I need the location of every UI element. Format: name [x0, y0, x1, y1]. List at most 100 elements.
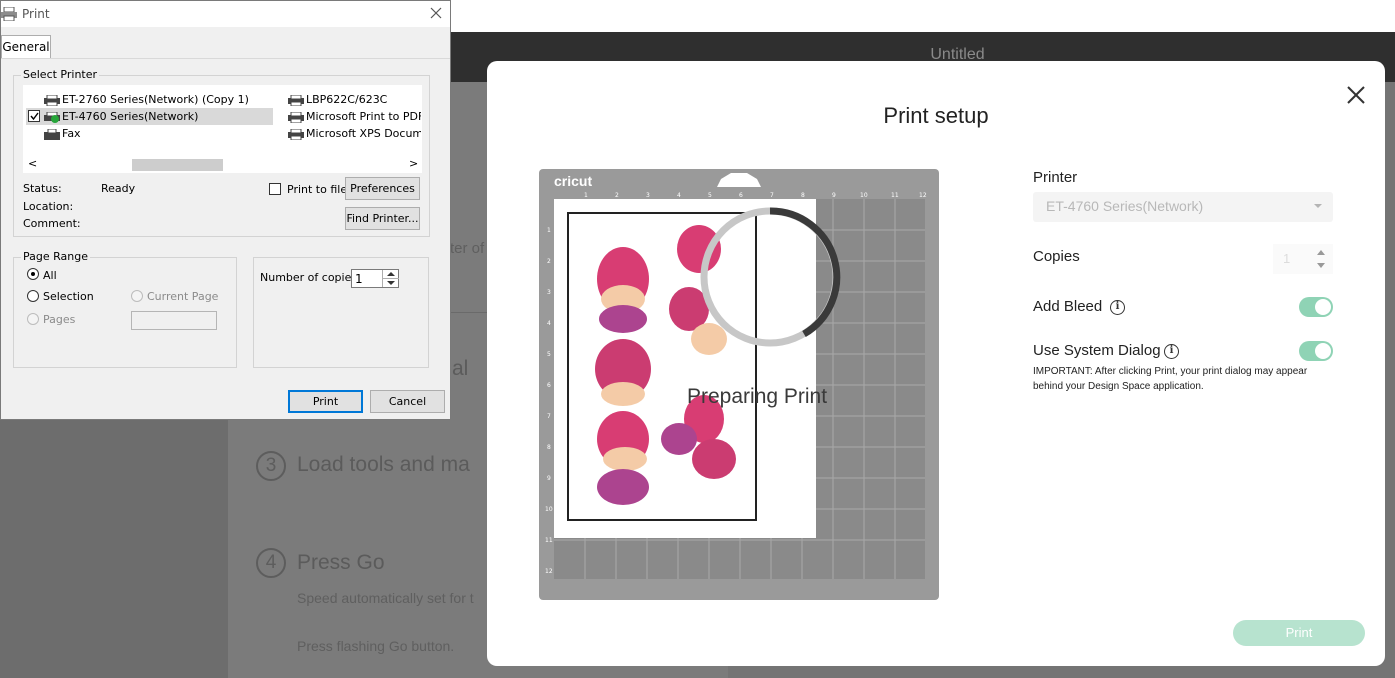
add-bleed-label: Add Bleed	[1033, 298, 1103, 315]
print-to-file-label: Print to file	[287, 183, 348, 196]
step-3-label: Load tools and ma	[297, 453, 470, 476]
step-4-number: 4	[256, 548, 286, 578]
printer-name: Microsoft XPS Document Writer	[306, 127, 421, 140]
svg-text:5: 5	[708, 192, 712, 199]
press-go-text: Press flashing Go button.	[297, 638, 455, 654]
svg-text:9: 9	[832, 192, 836, 199]
list-item[interactable]: Fax	[44, 127, 274, 142]
print-setup-title: Print setup	[883, 103, 989, 128]
svg-text:12: 12	[919, 192, 927, 199]
step-3-number: 3	[256, 451, 286, 481]
close-icon[interactable]	[428, 5, 444, 21]
close-icon[interactable]	[1342, 81, 1370, 109]
preparing-print-label: Preparing Print	[687, 385, 828, 408]
printer-select[interactable]: ET-4760 Series(Network)	[1033, 192, 1333, 222]
scroll-right-icon[interactable]: >	[409, 157, 418, 170]
svg-text:8: 8	[801, 192, 805, 199]
scrollbar-thumb[interactable]	[132, 159, 223, 171]
find-printer-button[interactable]: Find Printer...	[345, 207, 420, 230]
comment-label: Comment:	[23, 217, 81, 230]
svg-text:4: 4	[677, 192, 681, 199]
checkmark-icon	[30, 112, 39, 121]
svg-text:3: 3	[547, 289, 551, 296]
printer-name: ET-2760 Series(Network) (Copy 1)	[62, 93, 249, 106]
list-item[interactable]: Microsoft Print to PDF	[288, 110, 421, 125]
printer-select-value: ET-4760 Series(Network)	[1046, 198, 1204, 214]
print-to-file-checkbox[interactable]	[269, 183, 281, 195]
list-item[interactable]: LBP622C/623C	[288, 93, 421, 108]
svg-text:10: 10	[860, 192, 868, 199]
svg-text:1: 1	[584, 192, 588, 199]
step-peek-text: ter of	[450, 240, 485, 257]
copies-label: Copies	[1033, 248, 1080, 265]
fax-icon	[44, 129, 60, 140]
svg-text:6: 6	[547, 382, 551, 389]
svg-text:5: 5	[547, 351, 551, 358]
copies-stepper[interactable]: 1	[1273, 244, 1333, 274]
cancel-button[interactable]: Cancel	[370, 390, 445, 413]
range-current-page-radio[interactable]	[131, 290, 143, 302]
tab-general[interactable]: General	[1, 35, 51, 59]
toggle-knob	[1315, 299, 1331, 315]
printer-label: Printer	[1033, 169, 1078, 186]
copies-input-value: 1	[355, 272, 363, 286]
svg-text:3: 3	[646, 192, 650, 199]
copies-spinbox[interactable]: 1	[351, 269, 399, 288]
list-item[interactable]: ET-4760 Series(Network)	[44, 110, 274, 125]
step-2-tail: al	[452, 357, 469, 380]
increment-arrow-icon[interactable]	[1317, 250, 1325, 255]
toggle-knob	[1315, 343, 1331, 359]
print-button[interactable]: Print	[288, 390, 363, 413]
chevron-down-icon	[1314, 204, 1322, 208]
range-selection-radio[interactable]	[27, 290, 39, 302]
printer-name: Microsoft Print to PDF	[306, 110, 421, 123]
horizontal-scrollbar[interactable]: < >	[24, 157, 421, 172]
range-selection-label: Selection	[43, 290, 94, 303]
list-item[interactable]: Microsoft XPS Document Writer	[288, 127, 421, 142]
printer-list[interactable]: ET-2760 Series(Network) (Copy 1) ET-4760…	[23, 85, 422, 173]
copies-spin-buttons[interactable]	[382, 270, 399, 287]
range-pages-radio[interactable]	[27, 313, 39, 325]
step-4-label: Press Go	[297, 551, 385, 574]
svg-text:6: 6	[739, 192, 743, 199]
print-button[interactable]: Print	[1233, 620, 1365, 646]
svg-text:4: 4	[547, 320, 551, 327]
svg-text:2: 2	[615, 192, 619, 199]
default-printer-checkbox[interactable]	[28, 110, 40, 122]
speed-text: Speed automatically set for t	[297, 590, 474, 606]
list-item[interactable]: ET-2760 Series(Network) (Copy 1)	[44, 93, 274, 108]
range-all-label: All	[43, 269, 57, 282]
printer-default-icon	[44, 112, 60, 123]
range-all-radio[interactable]	[27, 268, 39, 280]
info-icon[interactable]: i	[1110, 300, 1125, 315]
svg-text:11: 11	[891, 192, 899, 199]
printer-icon	[288, 129, 304, 140]
svg-text:9: 9	[547, 475, 551, 482]
svg-text:7: 7	[547, 413, 551, 420]
printer-icon	[288, 112, 304, 123]
mat-brand: cricut	[554, 173, 592, 189]
printer-icon	[288, 95, 304, 106]
radio-selected-dot	[31, 272, 35, 276]
select-printer-label: Select Printer	[21, 68, 100, 81]
info-icon[interactable]: i	[1164, 344, 1179, 359]
printer-icon	[44, 95, 60, 106]
scroll-left-icon[interactable]: <	[28, 157, 37, 170]
svg-text:7: 7	[770, 192, 774, 199]
printer-name: LBP622C/623C	[306, 93, 388, 106]
preferences-button[interactable]: Preferences	[345, 177, 420, 200]
svg-text:10: 10	[545, 506, 553, 513]
range-pages-label: Pages	[43, 313, 76, 326]
pages-input[interactable]	[131, 311, 217, 330]
print-setup-modal: Print setup 123 456 789 10 11 12 12 3 4 …	[487, 61, 1385, 666]
dialog-title-bar: Print	[1, 1, 450, 27]
system-dialog-label: Use System Dialog	[1033, 342, 1161, 359]
add-bleed-toggle[interactable]	[1299, 297, 1333, 317]
number-of-copies-label: Number of copies:	[260, 271, 361, 284]
dialog-title: Print	[22, 7, 50, 21]
decrement-arrow-icon[interactable]	[1317, 263, 1325, 268]
system-dialog-toggle[interactable]	[1299, 341, 1333, 361]
svg-text:1: 1	[547, 227, 551, 234]
printer-icon	[1, 7, 17, 21]
dialog-footer: Print Cancel	[1, 384, 450, 419]
